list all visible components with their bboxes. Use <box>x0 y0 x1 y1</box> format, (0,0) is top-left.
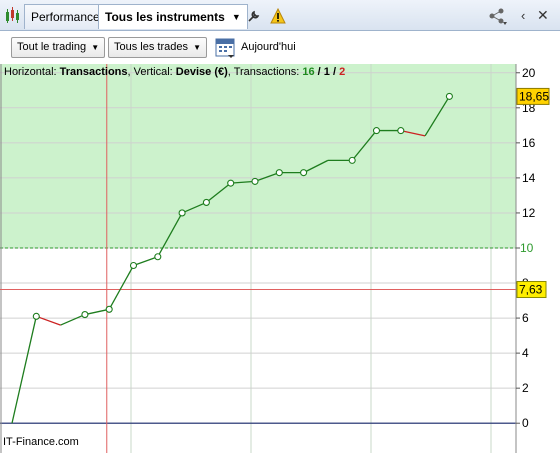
y-tick-label: 2 <box>522 381 529 395</box>
horizontal-axis-name: Transactions <box>59 66 128 78</box>
count-sep-1: / <box>314 66 324 78</box>
close-icon[interactable]: ✕ <box>537 7 549 24</box>
data-point <box>397 127 405 135</box>
wrench-icon[interactable] <box>246 8 262 24</box>
info-mid2: , Transactions: <box>227 66 303 78</box>
tab-performance[interactable]: Performance <box>24 4 107 29</box>
trading-filter-dropdown[interactable]: Tout le trading ▼ <box>11 37 106 58</box>
profit-zone <box>0 64 516 248</box>
trading-filter-label: Tout le trading <box>17 41 87 53</box>
y-tick-label: 4 <box>522 346 529 360</box>
data-point <box>129 261 138 270</box>
threshold-label: 10 <box>520 241 534 255</box>
y-tick-label: 20 <box>522 66 536 80</box>
vertical-axis-name: Devise (€) <box>175 66 228 78</box>
today-button[interactable]: Aujourd'hui <box>241 41 296 53</box>
chevron-down-icon: ▼ <box>231 12 241 22</box>
data-point <box>154 253 162 261</box>
y-tick-label: 14 <box>522 171 536 185</box>
last-value-label: 18,65 <box>519 89 549 103</box>
crosshair-value-label: 7,63 <box>519 283 543 297</box>
data-point <box>227 179 235 187</box>
count-sep-2: / <box>329 66 340 78</box>
data-point <box>32 312 40 320</box>
data-point <box>105 305 113 313</box>
tab-bar: Performance Tous les instruments ▼ ‹ ✕ <box>0 0 560 31</box>
nav-prev-icon[interactable]: ‹ <box>521 8 525 23</box>
trades-filter-label: Tous les trades <box>114 41 188 53</box>
data-point <box>372 127 381 135</box>
info-prefix: Horizontal: <box>4 66 60 78</box>
y-tick-label: 12 <box>522 206 536 220</box>
y-tick-label: 6 <box>522 311 529 325</box>
data-point <box>300 169 308 177</box>
chart-info-line: Horizontal: Transactions, Vertical: Devi… <box>4 66 345 78</box>
data-point <box>178 209 186 217</box>
tab-performance-label: Performance <box>31 10 100 24</box>
tab-instruments-label: Tous les instruments <box>105 10 225 24</box>
info-mid: , Vertical: <box>127 66 176 78</box>
share-icon[interactable] <box>488 7 508 25</box>
data-point <box>348 156 356 164</box>
y-tick-label: 16 <box>522 136 536 150</box>
chart-app-icon <box>4 6 22 24</box>
equity-chart[interactable]: 201816141286420107,6318,65 <box>0 64 560 453</box>
warning-icon[interactable] <box>270 7 286 24</box>
chevron-down-icon: ▼ <box>193 43 201 52</box>
losing-count: 2 <box>339 66 346 78</box>
data-point <box>81 311 89 319</box>
data-point <box>275 169 283 177</box>
footer-credit: IT-Finance.com <box>3 436 79 448</box>
y-tick-label: 0 <box>522 416 529 430</box>
filter-toolbar: Tout le trading ▼ Tous les trades ▼ Aujo… <box>0 31 560 64</box>
calendar-icon[interactable] <box>215 36 235 58</box>
chevron-down-icon: ▼ <box>91 43 100 52</box>
winning-count: 16 <box>302 66 315 78</box>
data-point <box>251 177 259 185</box>
trades-filter-dropdown[interactable]: Tous les trades ▼ <box>108 37 207 58</box>
data-point <box>445 92 453 100</box>
tab-instruments-dropdown[interactable]: Tous les instruments ▼ <box>98 4 248 29</box>
data-point <box>202 198 210 206</box>
